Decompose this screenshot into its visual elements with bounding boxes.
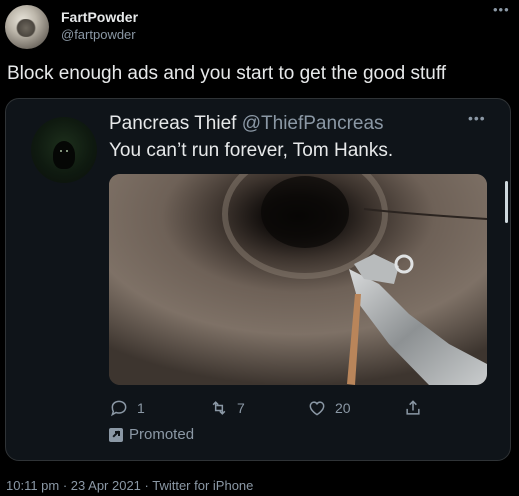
pipe-gun-photo xyxy=(109,174,487,385)
quoted-author-avatar[interactable] xyxy=(31,117,97,183)
author-name[interactable]: FartPowder xyxy=(61,9,138,25)
reply-button[interactable]: 1 xyxy=(109,398,145,418)
quoted-author-handle[interactable]: @ThiefPancreas xyxy=(242,113,384,134)
retweet-count: 7 xyxy=(237,400,245,416)
retweet-button[interactable]: 7 xyxy=(209,398,245,418)
tweet-text: Block enough ads and you start to get th… xyxy=(7,63,447,84)
reply-icon xyxy=(111,400,127,417)
heart-icon xyxy=(309,401,325,416)
quoted-tweet-text: You can’t run forever, Tom Hanks. xyxy=(109,140,394,161)
like-count: 20 xyxy=(335,400,351,416)
quoted-author-line: Pancreas Thief @ThiefPancreas xyxy=(109,113,384,135)
scrollbar[interactable] xyxy=(505,181,508,223)
retweet-icon xyxy=(212,401,226,415)
tweet-media-image[interactable] xyxy=(109,174,487,385)
share-icon xyxy=(406,400,420,415)
like-button[interactable]: 20 xyxy=(307,398,351,418)
tweet-timestamp[interactable]: 10:11 pm · 23 Apr 2021 · Twitter for iPh… xyxy=(6,478,253,493)
more-horizontal-icon[interactable]: ••• xyxy=(493,2,510,17)
tweet-actions: 1 7 20 xyxy=(109,398,439,422)
quoted-author-name[interactable]: Pancreas Thief xyxy=(109,113,236,134)
author-handle[interactable]: @fartpowder xyxy=(61,27,136,42)
promoted-text: Promoted xyxy=(129,426,195,443)
promoted-arrow-icon xyxy=(109,427,123,442)
share-button[interactable] xyxy=(403,398,423,418)
author-avatar[interactable] xyxy=(5,5,49,49)
reply-count: 1 xyxy=(137,400,145,416)
more-horizontal-icon[interactable]: ••• xyxy=(468,110,486,126)
promoted-label: Promoted xyxy=(109,426,194,443)
